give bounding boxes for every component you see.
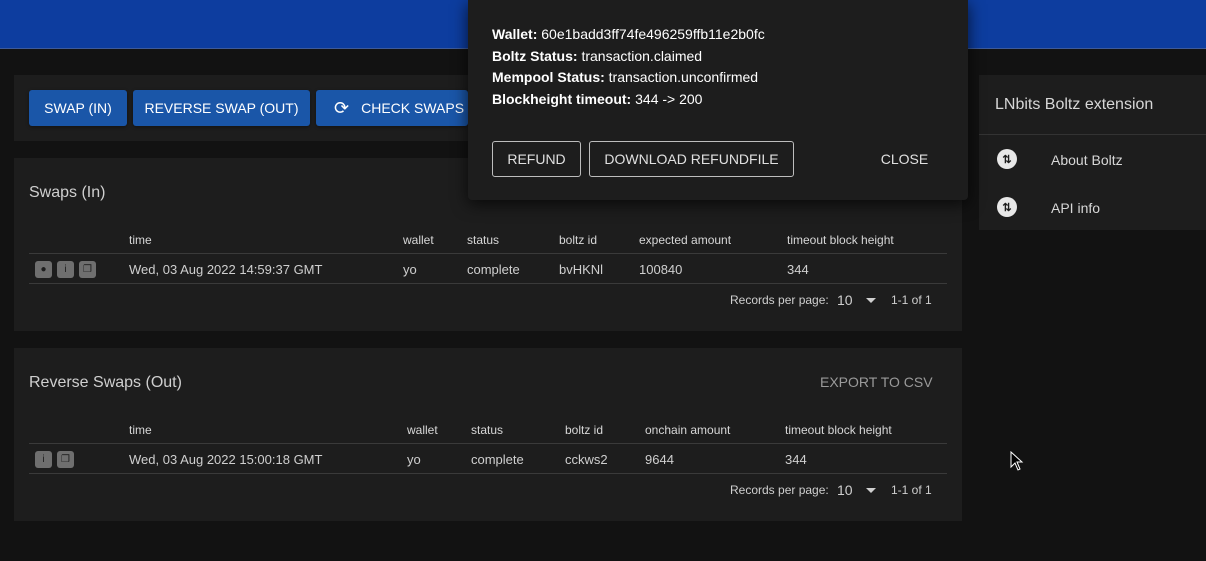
sidebar-item-label: API info — [1051, 200, 1101, 216]
sidebar-title: LNbits Boltz extension — [995, 96, 1154, 113]
row-amount: 9644 — [645, 452, 674, 467]
sidebar-item-label: About Boltz — [1051, 152, 1123, 168]
reverse-swap-button[interactable]: REVERSE SWAP (OUT) — [133, 90, 310, 126]
reverse-swap-label: REVERSE SWAP (OUT) — [144, 100, 299, 116]
header-divider — [29, 443, 947, 444]
reverse-swaps-title: Reverse Swaps (Out) — [29, 374, 182, 391]
sidebar-item-about[interactable]: ⇅ About Boltz — [979, 137, 1206, 181]
records-per-page-label: Records per page: — [730, 293, 829, 307]
chevron-down-icon[interactable] — [866, 298, 876, 303]
eye-icon[interactable]: ● — [35, 261, 52, 278]
swap-icon: ⇅ — [997, 197, 1017, 217]
wallet-line: Wallet: 60e1badd3ff74fe496259ffb11e2b0fc — [492, 26, 765, 42]
row-divider — [29, 473, 947, 474]
boltz-status-value: transaction.claimed — [581, 48, 703, 64]
sidebar-card: LNbits Boltz extension ⇅ About Boltz ⇅ A… — [979, 75, 1206, 230]
row-time: Wed, 03 Aug 2022 15:00:18 GMT — [129, 452, 323, 467]
check-swaps-label: CHECK SWAPS — [361, 100, 465, 116]
col-expected-amount: expected amount — [639, 233, 732, 247]
mempool-status-label: Mempool Status: — [492, 69, 605, 85]
copy-icon[interactable]: ❐ — [79, 261, 96, 278]
info-icon[interactable]: i — [57, 261, 74, 278]
swap-details-dialog: Wallet: 60e1badd3ff74fe496259ffb11e2b0fc… — [468, 0, 968, 200]
row-timeout: 344 — [787, 262, 809, 277]
boltz-status-label: Boltz Status: — [492, 48, 578, 64]
row-boltz-id: cckws2 — [565, 452, 608, 467]
col-boltz-id: boltz id — [559, 233, 598, 247]
records-per-page-label: Records per page: — [730, 483, 829, 497]
wallet-value: 60e1badd3ff74fe496259ffb11e2b0fc — [541, 26, 765, 42]
records-per-page-select[interactable]: 10 — [837, 482, 853, 498]
pagination-range: 1-1 of 1 — [891, 293, 932, 307]
blockheight-label: Blockheight timeout: — [492, 91, 632, 107]
col-wallet: wallet — [407, 423, 438, 437]
row-status: complete — [467, 262, 520, 277]
chevron-down-icon[interactable] — [866, 488, 876, 493]
col-status: status — [467, 233, 500, 247]
reverse-swaps-card: Reverse Swaps (Out) EXPORT TO CSV time w… — [14, 348, 962, 521]
swap-in-button[interactable]: SWAP (IN) — [29, 90, 127, 126]
records-per-page-select[interactable]: 10 — [837, 292, 853, 308]
check-swaps-button[interactable]: ⟳ CHECK SWAPS — [316, 90, 468, 126]
refund-button[interactable]: REFUND — [492, 141, 581, 177]
row-time: Wed, 03 Aug 2022 14:59:37 GMT — [129, 262, 323, 277]
mempool-status-line: Mempool Status: transaction.unconfirmed — [492, 69, 758, 85]
header-divider — [29, 253, 947, 254]
info-icon[interactable]: i — [35, 451, 52, 468]
row-boltz-id: bvHKNl — [559, 262, 604, 277]
mouse-cursor-icon — [1010, 451, 1024, 471]
swap-in-label: SWAP (IN) — [44, 100, 112, 116]
row-timeout: 344 — [785, 452, 807, 467]
row-wallet: yo — [403, 262, 417, 277]
sidebar-divider — [979, 134, 1206, 135]
boltz-status-line: Boltz Status: transaction.claimed — [492, 48, 702, 64]
swap-icon: ⇅ — [997, 149, 1017, 169]
row-amount: 100840 — [639, 262, 683, 277]
col-boltz-id: boltz id — [565, 423, 604, 437]
close-button[interactable]: CLOSE — [868, 141, 941, 177]
wallet-label: Wallet: — [492, 26, 538, 42]
pagination-range: 1-1 of 1 — [891, 483, 932, 497]
row-divider — [29, 283, 947, 284]
sidebar-item-api[interactable]: ⇅ API info — [979, 185, 1206, 229]
col-timeout: timeout block height — [787, 233, 894, 247]
export-csv-button[interactable]: EXPORT TO CSV — [820, 374, 933, 390]
refresh-icon: ⟳ — [334, 97, 350, 118]
blockheight-value: 344 -> 200 — [635, 91, 703, 107]
copy-icon[interactable]: ❐ — [57, 451, 74, 468]
swaps-in-title: Swaps (In) — [29, 184, 106, 201]
row-wallet: yo — [407, 452, 421, 467]
col-wallet: wallet — [403, 233, 434, 247]
col-status: status — [471, 423, 504, 437]
col-timeout: timeout block height — [785, 423, 892, 437]
col-time: time — [129, 233, 152, 247]
col-time: time — [129, 423, 152, 437]
mempool-status-value: transaction.unconfirmed — [608, 69, 759, 85]
row-status: complete — [471, 452, 524, 467]
download-refundfile-button[interactable]: DOWNLOAD REFUNDFILE — [589, 141, 794, 177]
col-onchain-amount: onchain amount — [645, 423, 731, 437]
blockheight-line: Blockheight timeout: 344 -> 200 — [492, 91, 702, 107]
